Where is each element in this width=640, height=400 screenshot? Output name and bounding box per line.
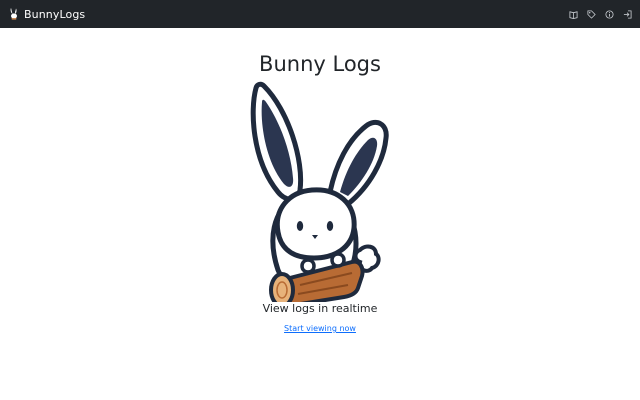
- navbar: BunnyLogs: [0, 0, 640, 28]
- page-title: Bunny Logs: [259, 52, 381, 76]
- tagline: View logs in realtime: [262, 302, 378, 315]
- info-icon[interactable]: [605, 9, 614, 19]
- brand-name: BunnyLogs: [24, 7, 86, 21]
- nav-icons: [560, 9, 632, 19]
- login-icon[interactable]: [623, 9, 632, 19]
- bunny-mascot-illustration: [250, 81, 389, 302]
- start-viewing-link[interactable]: Start viewing now: [0, 324, 640, 333]
- brand-link[interactable]: BunnyLogs: [8, 7, 85, 21]
- tag-icon[interactable]: [587, 9, 596, 19]
- book-icon[interactable]: [569, 10, 578, 19]
- bunny-logo-icon: [10, 8, 17, 20]
- main-content: Bunny Logs View logs in realtime Start v…: [0, 28, 640, 400]
